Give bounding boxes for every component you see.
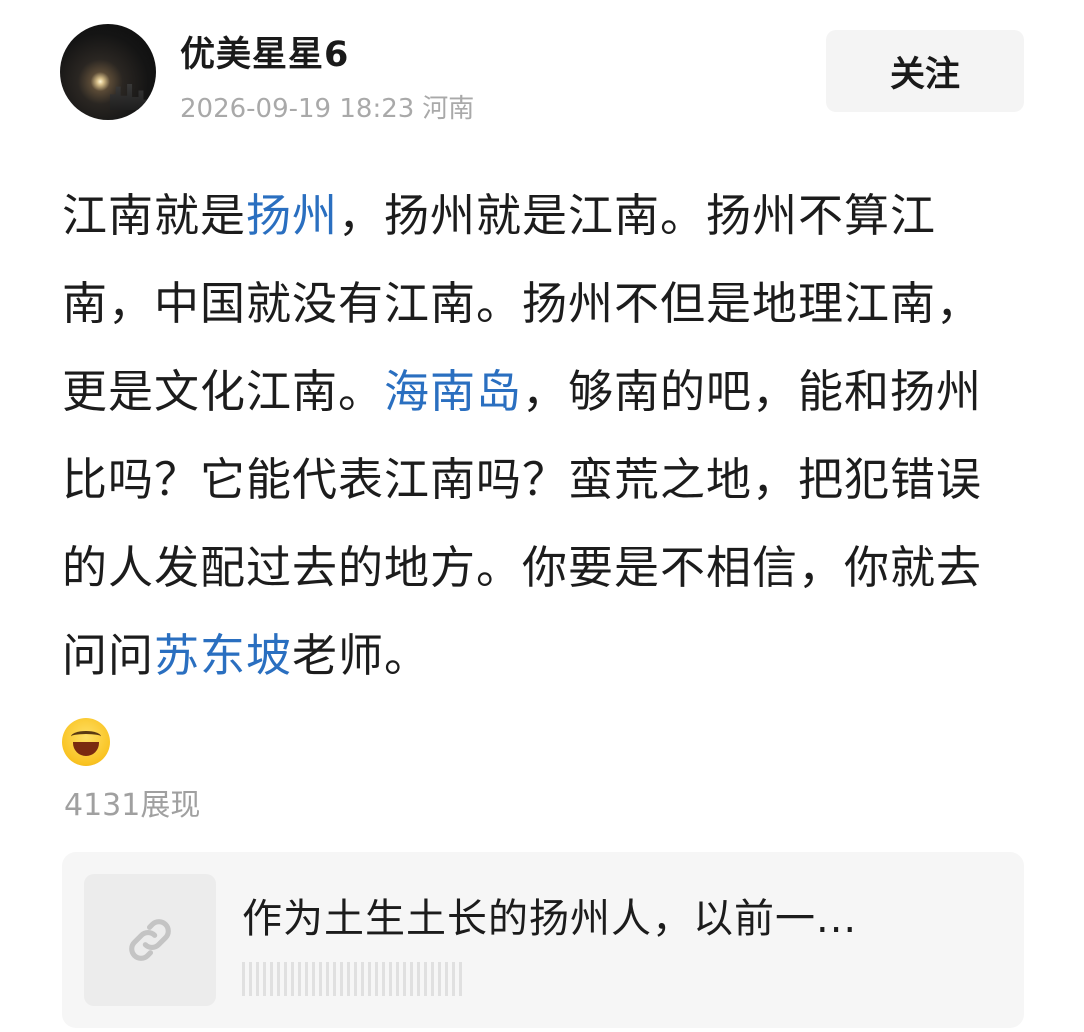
post-meta: 2026-09-19 18:23 河南 <box>180 88 482 125</box>
link-icon <box>129 919 171 961</box>
post-body: 江南就是扬州，扬州就是江南。扬州不算江南，中国就没有江南。扬州不但是地理江南，更… <box>62 172 1002 788</box>
link-card[interactable]: 作为土生土长的扬州人，以前一... <box>62 852 1024 1028</box>
post-location: 河南 <box>422 94 475 124</box>
avatar-skyline <box>110 84 148 110</box>
topic-link-hainan-island[interactable]: 海南岛 <box>384 365 522 418</box>
topic-link-su-dongpo[interactable]: 苏东坡 <box>154 629 292 682</box>
avatar[interactable] <box>60 24 156 120</box>
author-name[interactable]: 优美星星6 <box>180 26 349 77</box>
laughing-emoji-icon <box>62 718 110 766</box>
post-text-segment: 老师。 <box>292 629 431 682</box>
link-card-title: 作为土生土长的扬州人，以前一... <box>242 896 858 942</box>
view-count: 4131展现 <box>64 788 201 823</box>
post-page: 优美星星6 2026-09-19 18:23 河南 关注 江南就是扬州，扬州就是江… <box>0 0 1084 1032</box>
topic-link-yangzhou[interactable]: 扬州 <box>246 189 338 242</box>
link-thumbnail <box>84 874 216 1006</box>
post-date: 2026-09-19 18:23 <box>180 94 415 124</box>
post-text-segment: 江南就是 <box>62 189 247 242</box>
link-card-subtitle-blurred <box>242 962 462 996</box>
follow-button[interactable]: 关注 <box>826 30 1024 112</box>
